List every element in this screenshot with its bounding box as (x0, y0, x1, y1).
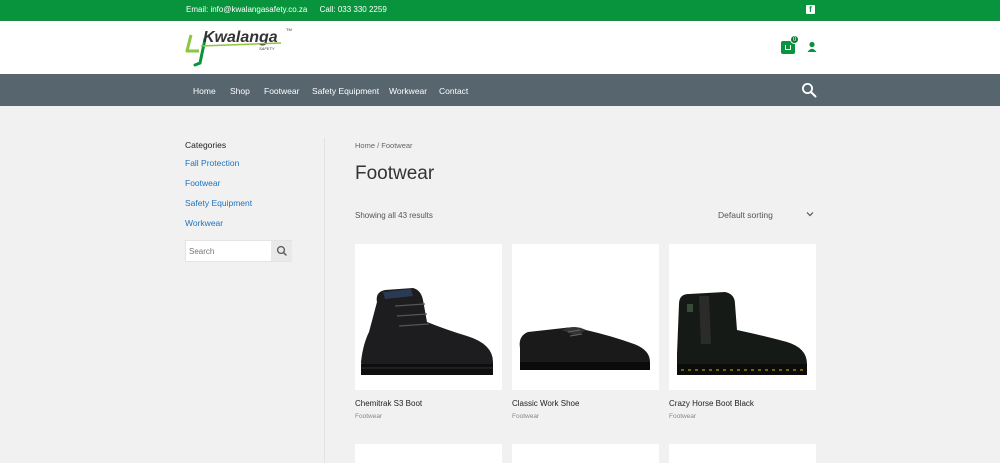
product-card-partial[interactable] (355, 444, 502, 463)
nav-contact[interactable]: Contact (439, 86, 468, 96)
product-category: Footwear (512, 413, 540, 420)
product-image[interactable] (669, 244, 816, 390)
nav-footwear[interactable]: Footwear (264, 86, 299, 96)
sidebar-search (185, 240, 292, 262)
nav-workwear[interactable]: Workwear (389, 86, 427, 96)
result-count: Showing all 43 results (355, 211, 433, 220)
sidebar-divider (324, 138, 325, 463)
product-card-partial[interactable] (669, 444, 816, 463)
main-nav: Home Shop Footwear Safety Equipment Work… (0, 74, 1000, 106)
product-image[interactable] (355, 244, 502, 390)
search-icon[interactable] (801, 82, 817, 98)
category-workwear[interactable]: Workwear (185, 218, 223, 228)
product-name[interactable]: Crazy Horse Boot Black (669, 399, 754, 408)
product-name[interactable]: Classic Work Shoe (512, 399, 579, 408)
product-category: Footwear (355, 413, 383, 420)
product-image[interactable] (512, 244, 659, 390)
facebook-icon[interactable]: f (806, 5, 815, 14)
categories-heading: Categories (185, 140, 227, 150)
category-footwear[interactable]: Footwear (185, 178, 220, 188)
top-bar: Email: info@kwalangasafety.co.za Call: 0… (0, 0, 1000, 19)
product-category: Footwear (669, 413, 697, 420)
svg-text:TM: TM (286, 27, 292, 32)
search-button[interactable] (271, 241, 292, 261)
page-title: Footwear (355, 163, 435, 184)
account-icon[interactable] (807, 41, 817, 53)
svg-text:SAFETY: SAFETY (259, 46, 275, 51)
site-header: Kwalanga TM SAFETY 0 (0, 21, 1000, 74)
nav-shop[interactable]: Shop (230, 86, 250, 96)
phone-link[interactable]: Call: 033 330 2259 (320, 5, 387, 14)
email-link[interactable]: Email: info@kwalangasafety.co.za (186, 5, 307, 14)
nav-home[interactable]: Home (193, 86, 216, 96)
cart-count-badge: 0 (790, 35, 799, 44)
breadcrumb: Home / Footwear (355, 141, 413, 150)
breadcrumb-current: Footwear (381, 141, 413, 150)
contact-info: Email: info@kwalangasafety.co.za Call: 0… (186, 5, 397, 14)
nav-safety-equipment[interactable]: Safety Equipment (312, 86, 379, 96)
cart-icon (785, 45, 791, 50)
breadcrumb-home[interactable]: Home (355, 141, 375, 150)
chevron-down-icon (806, 212, 814, 217)
search-input[interactable] (186, 241, 271, 261)
site-logo[interactable]: Kwalanga TM SAFETY (185, 25, 295, 67)
search-icon (276, 245, 287, 256)
category-fall-protection[interactable]: Fall Protection (185, 158, 239, 168)
sorting-label: Default sorting (718, 210, 773, 220)
product-card-partial[interactable] (512, 444, 659, 463)
sorting-select[interactable]: Default sorting (716, 207, 816, 223)
category-safety-equipment[interactable]: Safety Equipment (185, 198, 252, 208)
cart-button[interactable]: 0 (781, 35, 799, 54)
product-name[interactable]: Chemitrak S3 Boot (355, 399, 422, 408)
